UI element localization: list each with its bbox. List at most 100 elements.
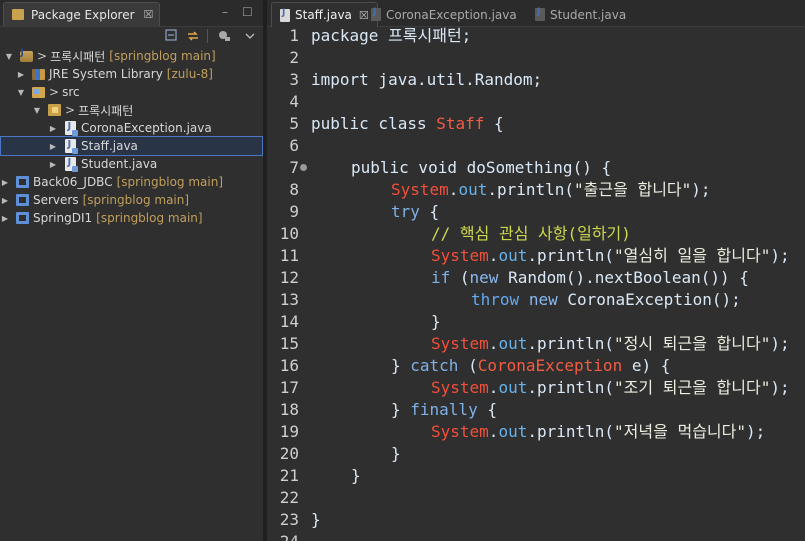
code-text: }	[351, 466, 361, 485]
keyword: import	[311, 70, 369, 89]
java-file-icon	[62, 156, 78, 172]
expand-arrow-icon[interactable]: ▶	[48, 124, 58, 133]
code-text: {	[419, 202, 440, 221]
tree-item-servers[interactable]: ▶ Servers [springblog main]	[0, 191, 263, 209]
code-text: .println(	[487, 180, 575, 199]
code-text: .	[488, 246, 499, 265]
git-dirty-marker: >	[65, 103, 76, 117]
line-number: 16	[279, 356, 299, 375]
field-name: out	[498, 378, 528, 397]
minimize-icon[interactable]: –	[222, 5, 228, 19]
tree-item-jre-library[interactable]: ▶ JRE System Library [zulu-8]	[0, 65, 263, 83]
line-number: 3	[289, 70, 299, 89]
string-literal: "열심히 일을 합니다"	[614, 246, 771, 265]
keyword: public class	[311, 114, 427, 133]
class-name: System	[431, 422, 489, 441]
expand-arrow-icon[interactable]: ▶	[48, 142, 58, 151]
line-number: 22	[279, 488, 299, 507]
tree-item-label: 프록시패턴	[78, 103, 134, 118]
tab-corona-exception-java[interactable]: CoronaException.java	[363, 2, 525, 27]
code-line-11: System.out.println("열심히 일을 합니다");	[431, 245, 790, 267]
code-text: .	[448, 180, 459, 199]
tree-item-back06-jdbc[interactable]: ▶ Back06_JDBC [springblog main]	[0, 173, 263, 191]
keyword: public void	[351, 158, 457, 177]
code-text-area[interactable]: package 프록시패턴; import java.util.Random; …	[309, 26, 805, 541]
expand-arrow-icon[interactable]: ▼	[16, 88, 26, 97]
string-literal: "저녁을 먹습니다"	[614, 422, 746, 441]
class-name: System	[431, 334, 489, 353]
code-line-7: public void doSomething() {	[351, 157, 611, 179]
code-text: }	[311, 510, 321, 529]
expand-arrow-icon[interactable]: ▶	[0, 196, 10, 205]
tree-item-label: src	[62, 85, 80, 99]
tree-item-label: Back06_JDBC	[33, 175, 113, 189]
tab-package-explorer[interactable]: Package Explorer ☒	[3, 2, 161, 26]
code-text: }	[431, 312, 441, 331]
tree-item-corona-exception[interactable]: ▶ CoronaException.java	[0, 119, 263, 137]
expand-arrow-icon[interactable]: ▼	[32, 106, 42, 115]
link-with-editor-icon[interactable]	[185, 28, 201, 44]
code-line-9: try {	[391, 201, 439, 223]
line-number: 10	[279, 224, 299, 243]
expand-arrow-icon[interactable]: ▶	[16, 70, 26, 79]
string-literal: "조기 퇴근을 합니다"	[614, 378, 771, 397]
expand-arrow-icon[interactable]: ▼	[4, 52, 14, 61]
class-name: CoronaException	[477, 356, 623, 375]
code-line-17: System.out.println("조기 퇴근을 합니다");	[431, 377, 790, 399]
tree-item-label: JRE System Library	[49, 67, 163, 81]
project-icon	[14, 192, 30, 208]
code-line-8: System.out.println("출근을 합니다");	[391, 179, 711, 201]
line-number: 2	[289, 48, 299, 67]
view-menu-icon[interactable]	[216, 28, 232, 44]
line-number: 24	[267, 531, 299, 541]
string-literal: "정시 퇴근을 합니다"	[614, 334, 771, 353]
keyword: package	[311, 26, 379, 45]
code-text: .println(	[527, 422, 615, 441]
tree-item-staff[interactable]: ▶ Staff.java	[0, 136, 263, 156]
comment: // 핵심 관심 사항(일하기)	[431, 224, 631, 243]
code-line-23: }	[311, 509, 321, 531]
git-dirty-marker: >	[49, 85, 60, 99]
code-text: .println(	[527, 378, 615, 397]
tree-item-src[interactable]: ▼ > src	[0, 83, 263, 101]
close-icon[interactable]: ☒	[144, 8, 154, 21]
field-name: out	[498, 422, 528, 441]
tree-item-student[interactable]: ▶ Student.java	[0, 155, 263, 173]
editor-tab-bar: Staff.java ☒ CoronaException.java Studen…	[267, 0, 805, 27]
tab-student-java[interactable]: Student.java	[527, 2, 634, 27]
tree-item-package[interactable]: ▼ > 프록시패턴	[0, 101, 263, 119]
maximize-icon[interactable]: ☐	[242, 5, 253, 19]
collapse-all-icon[interactable]	[164, 28, 180, 44]
keyword: throw	[471, 290, 520, 309]
tree-item-label: Servers	[33, 193, 79, 207]
code-line-19: System.out.println("저녁을 먹습니다");	[431, 421, 765, 443]
code-text: (	[450, 268, 470, 287]
expand-arrow-icon[interactable]: ▶	[0, 178, 10, 187]
code-line-5: public class Staff {	[311, 113, 504, 135]
line-number: 17	[279, 378, 299, 397]
code-text: doSomething() {	[456, 158, 612, 177]
code-text: }	[391, 444, 401, 463]
class-name: Staff	[436, 114, 485, 133]
code-text: );	[770, 246, 790, 265]
tab-staff-java[interactable]: Staff.java ☒	[271, 2, 378, 27]
explorer-tab-bar: Package Explorer ☒ – ☐	[0, 0, 263, 27]
tree-item-springdi1[interactable]: ▶ SpringDI1 [springblog main]	[0, 209, 263, 227]
line-number: 1	[289, 26, 299, 45]
code-text: {	[484, 114, 504, 133]
line-number: 4	[289, 92, 299, 111]
tree-item-project-proxy[interactable]: ▼ > 프록시패턴 [springblog main]	[0, 47, 263, 65]
keyword: if	[431, 268, 451, 287]
code-text: e) {	[622, 356, 671, 375]
project-icon	[14, 210, 30, 226]
code-text: 프록시패턴;	[378, 26, 472, 45]
expand-arrow-icon[interactable]: ▶	[48, 160, 58, 169]
tab-label: CoronaException.java	[386, 7, 517, 22]
code-text: );	[770, 334, 790, 353]
git-branch-decoration: [springblog main]	[96, 211, 203, 225]
chevron-down-icon[interactable]	[242, 28, 258, 44]
fold-marker-icon[interactable]	[300, 164, 307, 171]
expand-arrow-icon[interactable]: ▶	[0, 214, 10, 223]
code-text: .println(	[527, 334, 615, 353]
code-text: CoronaException();	[557, 290, 741, 309]
